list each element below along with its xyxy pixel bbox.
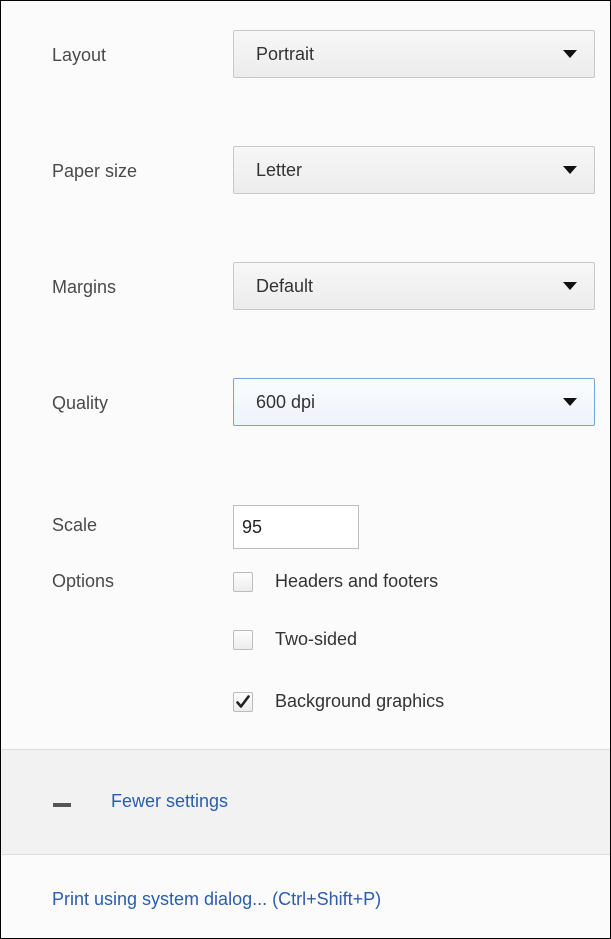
two-sided-checkbox[interactable]: [233, 629, 253, 650]
quality-label: Quality: [52, 393, 109, 413]
option-two-sided[interactable]: Two-sided: [233, 629, 357, 650]
fewer-settings-section: [1, 750, 610, 854]
headers-footers-label: Headers and footers: [275, 571, 439, 591]
scale-input[interactable]: 95: [233, 505, 359, 549]
margins-label: Margins: [52, 277, 117, 297]
headers-footers-checkbox[interactable]: [233, 571, 253, 592]
system-dialog-link[interactable]: Print using system dialog... (Ctrl+Shift…: [52, 889, 381, 910]
paper-size-label: Paper size: [52, 161, 138, 181]
fewer-settings-link[interactable]: Fewer settings: [111, 791, 228, 812]
paper-size-select-value: Letter: [256, 159, 303, 180]
dropdown-caret-icon: [563, 398, 577, 406]
quality-select[interactable]: 600 dpi: [233, 378, 595, 426]
divider: [1, 854, 610, 855]
dropdown-caret-icon: [563, 166, 577, 174]
paper-size-select[interactable]: Letter: [233, 146, 595, 194]
layout-select-value: Portrait: [256, 43, 315, 64]
scale-label: Scale: [52, 515, 98, 535]
minus-icon[interactable]: [53, 803, 71, 807]
option-headers-footers[interactable]: Headers and footers: [233, 571, 438, 592]
margins-select[interactable]: Default: [233, 262, 595, 310]
layout-select[interactable]: Portrait: [233, 30, 595, 78]
margins-select-value: Default: [256, 275, 314, 296]
background-graphics-checkbox[interactable]: [233, 691, 253, 712]
print-settings-panel: Layout Portrait Paper size Letter Margin…: [0, 0, 611, 939]
dropdown-caret-icon: [563, 282, 577, 290]
dropdown-caret-icon: [563, 50, 577, 58]
layout-label: Layout: [52, 45, 107, 65]
two-sided-label: Two-sided: [275, 629, 358, 649]
scale-input-value: 95: [242, 516, 263, 537]
quality-select-value: 600 dpi: [256, 391, 316, 412]
background-graphics-label: Background graphics: [275, 691, 445, 711]
option-background-graphics[interactable]: Background graphics: [233, 691, 444, 712]
options-label: Options: [52, 571, 115, 591]
checkmark-icon: [236, 694, 250, 708]
